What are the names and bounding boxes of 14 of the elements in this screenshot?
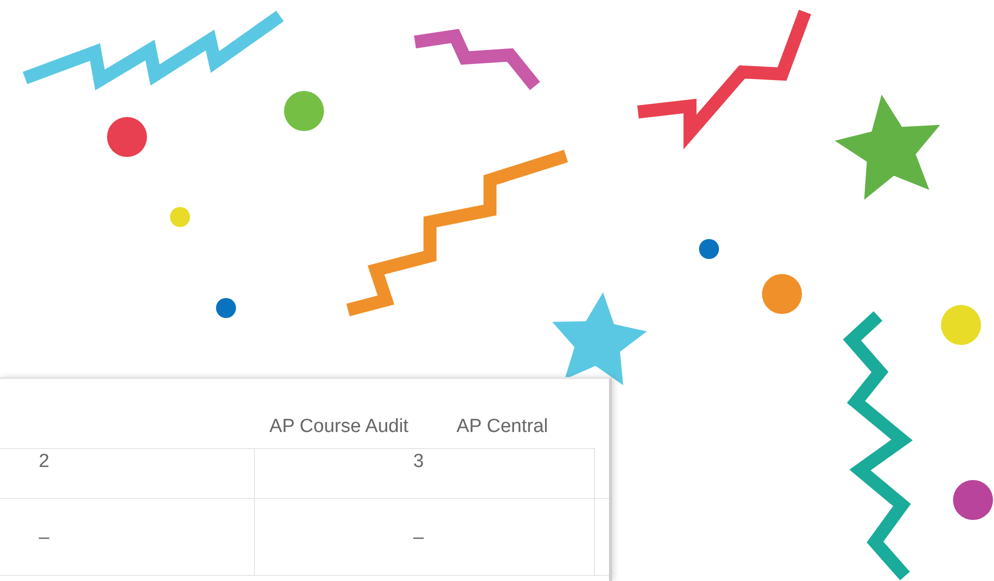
dot-decoration xyxy=(107,117,147,157)
column-header: AP Central xyxy=(456,416,548,438)
table-cell-text: 3 xyxy=(413,451,424,474)
table-cell-text: 2 xyxy=(38,451,50,474)
dot-decoration xyxy=(170,207,190,227)
table-cell: – xyxy=(413,527,424,549)
dot-decoration xyxy=(941,305,981,345)
table-cell: – xyxy=(38,527,50,549)
dot-decoration xyxy=(216,298,236,318)
dot-decoration xyxy=(284,91,324,131)
dot-decoration xyxy=(699,239,719,259)
dot-decoration xyxy=(762,274,802,314)
dot-decoration xyxy=(953,480,993,520)
column-header: AP Course Audit xyxy=(269,416,408,438)
